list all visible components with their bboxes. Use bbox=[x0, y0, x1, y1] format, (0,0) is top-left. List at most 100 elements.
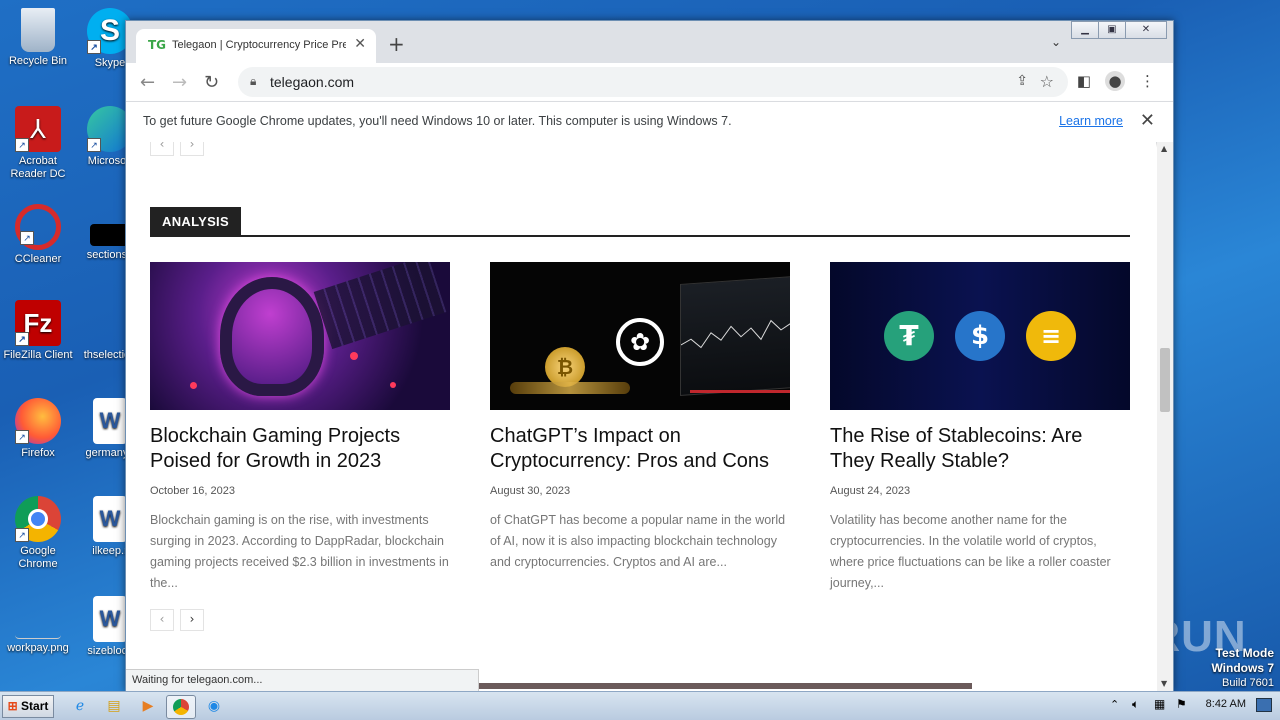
pager-next-button[interactable]: › bbox=[180, 142, 204, 156]
url-text[interactable]: telegaon.com bbox=[270, 74, 354, 90]
article-thumbnail[interactable]: ₮ $ ≡ bbox=[830, 262, 1130, 410]
chrome-taskbar-icon[interactable] bbox=[166, 695, 196, 719]
scrollbar-thumb[interactable] bbox=[1160, 348, 1170, 412]
usdc-coin-icon: $ bbox=[955, 311, 1005, 361]
article-excerpt: of ChatGPT has become a popular name in … bbox=[490, 513, 786, 569]
article-excerpt: Blockchain gaming is on the rise, with i… bbox=[150, 513, 449, 590]
chrome-menu-icon[interactable]: ⋮ bbox=[1140, 72, 1155, 90]
clock[interactable]: 8:42 AM bbox=[1206, 698, 1246, 710]
forward-arrow-icon[interactable]: → bbox=[172, 72, 187, 93]
action-center-flag-icon[interactable]: ⚑ bbox=[1176, 697, 1187, 711]
bookmark-star-icon[interactable]: ☆ bbox=[1040, 72, 1054, 91]
taskbar: ⊞ Start ℯ ▤ ▶ ◉ ⌃ 🔈︎ ▦ ⚑ 8:42 AM bbox=[0, 691, 1280, 720]
windows-logo-icon: ⊞ bbox=[7, 699, 18, 713]
ad-banner-strip bbox=[472, 683, 972, 689]
show-desktop-icon[interactable] bbox=[1256, 698, 1272, 712]
new-tab-icon[interactable]: + bbox=[388, 32, 405, 56]
article-date: August 24, 2023 bbox=[830, 485, 911, 497]
edge-taskbar-icon[interactable]: ◉ bbox=[200, 695, 228, 717]
ccleaner-icon: ↗ bbox=[15, 204, 61, 250]
volume-icon[interactable]: 🔈︎ bbox=[1132, 697, 1139, 712]
tether-coin-icon: ₮ bbox=[884, 311, 934, 361]
page-scrollbar[interactable]: ▲ ▼ bbox=[1157, 142, 1173, 691]
media-player-taskbar-icon[interactable]: ▶ bbox=[134, 695, 162, 717]
file-thumbnail-icon bbox=[90, 224, 130, 246]
bottom-pager: ‹ › bbox=[150, 609, 204, 631]
desktop-icon-filezilla[interactable]: Fz ↗ FileZilla Client bbox=[0, 300, 76, 362]
scroll-up-icon[interactable]: ▲ bbox=[1161, 144, 1167, 153]
network-icon[interactable]: ▦ bbox=[1154, 697, 1165, 711]
tab-title: Telegaon | Cryptocurrency Price Pre bbox=[172, 39, 346, 51]
test-mode-notice: Test Mode Windows 7 Build 7601 bbox=[1211, 646, 1274, 690]
top-pager: ‹ › bbox=[150, 142, 204, 156]
article-title[interactable]: The Rise of Stablecoins: Are They Really… bbox=[830, 424, 1130, 474]
start-button[interactable]: ⊞ Start bbox=[2, 695, 54, 718]
update-infobar: To get future Google Chrome updates, you… bbox=[126, 101, 1173, 143]
desktop-icon-recycle-bin[interactable]: Recycle Bin bbox=[0, 8, 76, 68]
desktop-icon-label: Acrobat Reader DC bbox=[10, 155, 66, 180]
close-window-icon[interactable]: ✕ bbox=[1125, 21, 1167, 39]
learn-more-link[interactable]: Learn more bbox=[1059, 114, 1123, 128]
word-document-icon: W bbox=[93, 496, 127, 542]
filezilla-icon: Fz ↗ bbox=[15, 300, 61, 346]
desktop-icon-label: Skype bbox=[94, 57, 126, 69]
article-title[interactable]: ChatGPT’s Impact on Cryptocurrency: Pros… bbox=[490, 424, 790, 474]
tab-search-chevron-icon[interactable]: ⌄ bbox=[1051, 35, 1061, 49]
explorer-taskbar-icon[interactable]: ▤ bbox=[100, 695, 128, 717]
desktop-icon-label: FileZilla Client bbox=[3, 349, 73, 361]
window-controls: ▁ ▣ ✕ bbox=[1071, 21, 1167, 39]
acrobat-icon: ⅄ ↗ bbox=[15, 106, 61, 152]
test-mode-line2: Windows 7 bbox=[1211, 661, 1274, 675]
tab-close-icon[interactable]: ✕ bbox=[354, 36, 366, 52]
minimize-icon[interactable]: ▁ bbox=[1071, 21, 1099, 39]
desktop-icon-ccleaner[interactable]: ↗ CCleaner bbox=[0, 204, 76, 266]
article-card: ₮ $ ≡ The Rise of Stablecoins: Are They … bbox=[830, 262, 1130, 594]
browser-tab[interactable]: TG Telegaon | Cryptocurrency Price Pre ✕ bbox=[136, 29, 376, 63]
article-card: Blockchain Gaming Projects Poised for Gr… bbox=[150, 262, 450, 594]
browser-toolbar: ← → ↻ 🔒︎ telegaon.com ⇪ ☆ ◧ ● ⋮ bbox=[126, 63, 1173, 101]
article-thumbnail[interactable] bbox=[150, 262, 450, 410]
pager-prev-button[interactable]: ‹ bbox=[150, 609, 174, 631]
desktop-icon-chrome[interactable]: ↗ Google Chrome bbox=[0, 496, 76, 571]
desktop-icon-label: Google Chrome bbox=[18, 545, 58, 570]
article-date: August 30, 2023 bbox=[490, 485, 571, 497]
price-chart-icon bbox=[681, 319, 790, 349]
maximize-icon[interactable]: ▣ bbox=[1098, 21, 1126, 39]
chrome-window: TG Telegaon | Cryptocurrency Price Pre ✕… bbox=[125, 20, 1174, 692]
article-card: ₿ ✿ ChatGPT’s Impact on Cryptocurrency: … bbox=[490, 262, 790, 573]
tab-strip: TG Telegaon | Cryptocurrency Price Pre ✕… bbox=[126, 21, 1173, 63]
test-mode-line3: Build 7601 bbox=[1222, 677, 1274, 689]
desktop-icon-firefox[interactable]: ↗ Firefox bbox=[0, 398, 76, 460]
section-header: ANALYSIS bbox=[150, 207, 1130, 237]
lock-icon[interactable]: 🔒︎ bbox=[250, 74, 256, 89]
chrome-icon: ↗ bbox=[15, 496, 61, 542]
desktop-icon-label: Firefox bbox=[21, 447, 55, 459]
share-icon[interactable]: ⇪ bbox=[1016, 73, 1028, 89]
desktop-icon-acrobat[interactable]: ⅄ ↗ Acrobat Reader DC bbox=[0, 106, 76, 181]
pager-prev-button[interactable]: ‹ bbox=[150, 142, 174, 156]
reload-icon[interactable]: ↻ bbox=[204, 72, 219, 93]
start-label: Start bbox=[21, 699, 49, 713]
profile-avatar-icon[interactable]: ● bbox=[1105, 71, 1125, 91]
binance-usd-coin-icon: ≡ bbox=[1026, 311, 1076, 361]
pager-next-button[interactable]: › bbox=[180, 609, 204, 631]
article-title[interactable]: Blockchain Gaming Projects Poised for Gr… bbox=[150, 424, 450, 474]
infobar-close-icon[interactable]: ✕ bbox=[1140, 110, 1155, 131]
scroll-down-icon[interactable]: ▼ bbox=[1161, 679, 1167, 688]
tray-expand-icon[interactable]: ⌃ bbox=[1110, 698, 1119, 711]
desktop-icon-label: Recycle Bin bbox=[8, 55, 68, 67]
ie-taskbar-icon[interactable]: ℯ bbox=[66, 695, 94, 717]
firefox-icon: ↗ bbox=[15, 398, 61, 444]
desktop-icon-label: workpay.png bbox=[7, 642, 69, 654]
system-tray: ⌃ 🔈︎ ▦ ⚑ 8:42 AM bbox=[1100, 692, 1280, 720]
desktop-icon-workpay[interactable]: workpay.png bbox=[0, 600, 76, 655]
article-thumbnail[interactable]: ₿ ✿ bbox=[490, 262, 790, 410]
section-label[interactable]: ANALYSIS bbox=[150, 207, 241, 236]
back-arrow-icon[interactable]: ← bbox=[140, 72, 155, 93]
word-document-icon: W bbox=[93, 596, 127, 642]
infobar-message: To get future Google Chrome updates, you… bbox=[143, 114, 732, 128]
desktop-icon-label: ilkeep.r bbox=[92, 545, 128, 557]
side-panel-icon[interactable]: ◧ bbox=[1077, 72, 1091, 90]
address-bar[interactable]: 🔒︎ telegaon.com ⇪ ☆ bbox=[238, 67, 1068, 97]
article-excerpt: Volatility has become another name for t… bbox=[830, 513, 1111, 590]
